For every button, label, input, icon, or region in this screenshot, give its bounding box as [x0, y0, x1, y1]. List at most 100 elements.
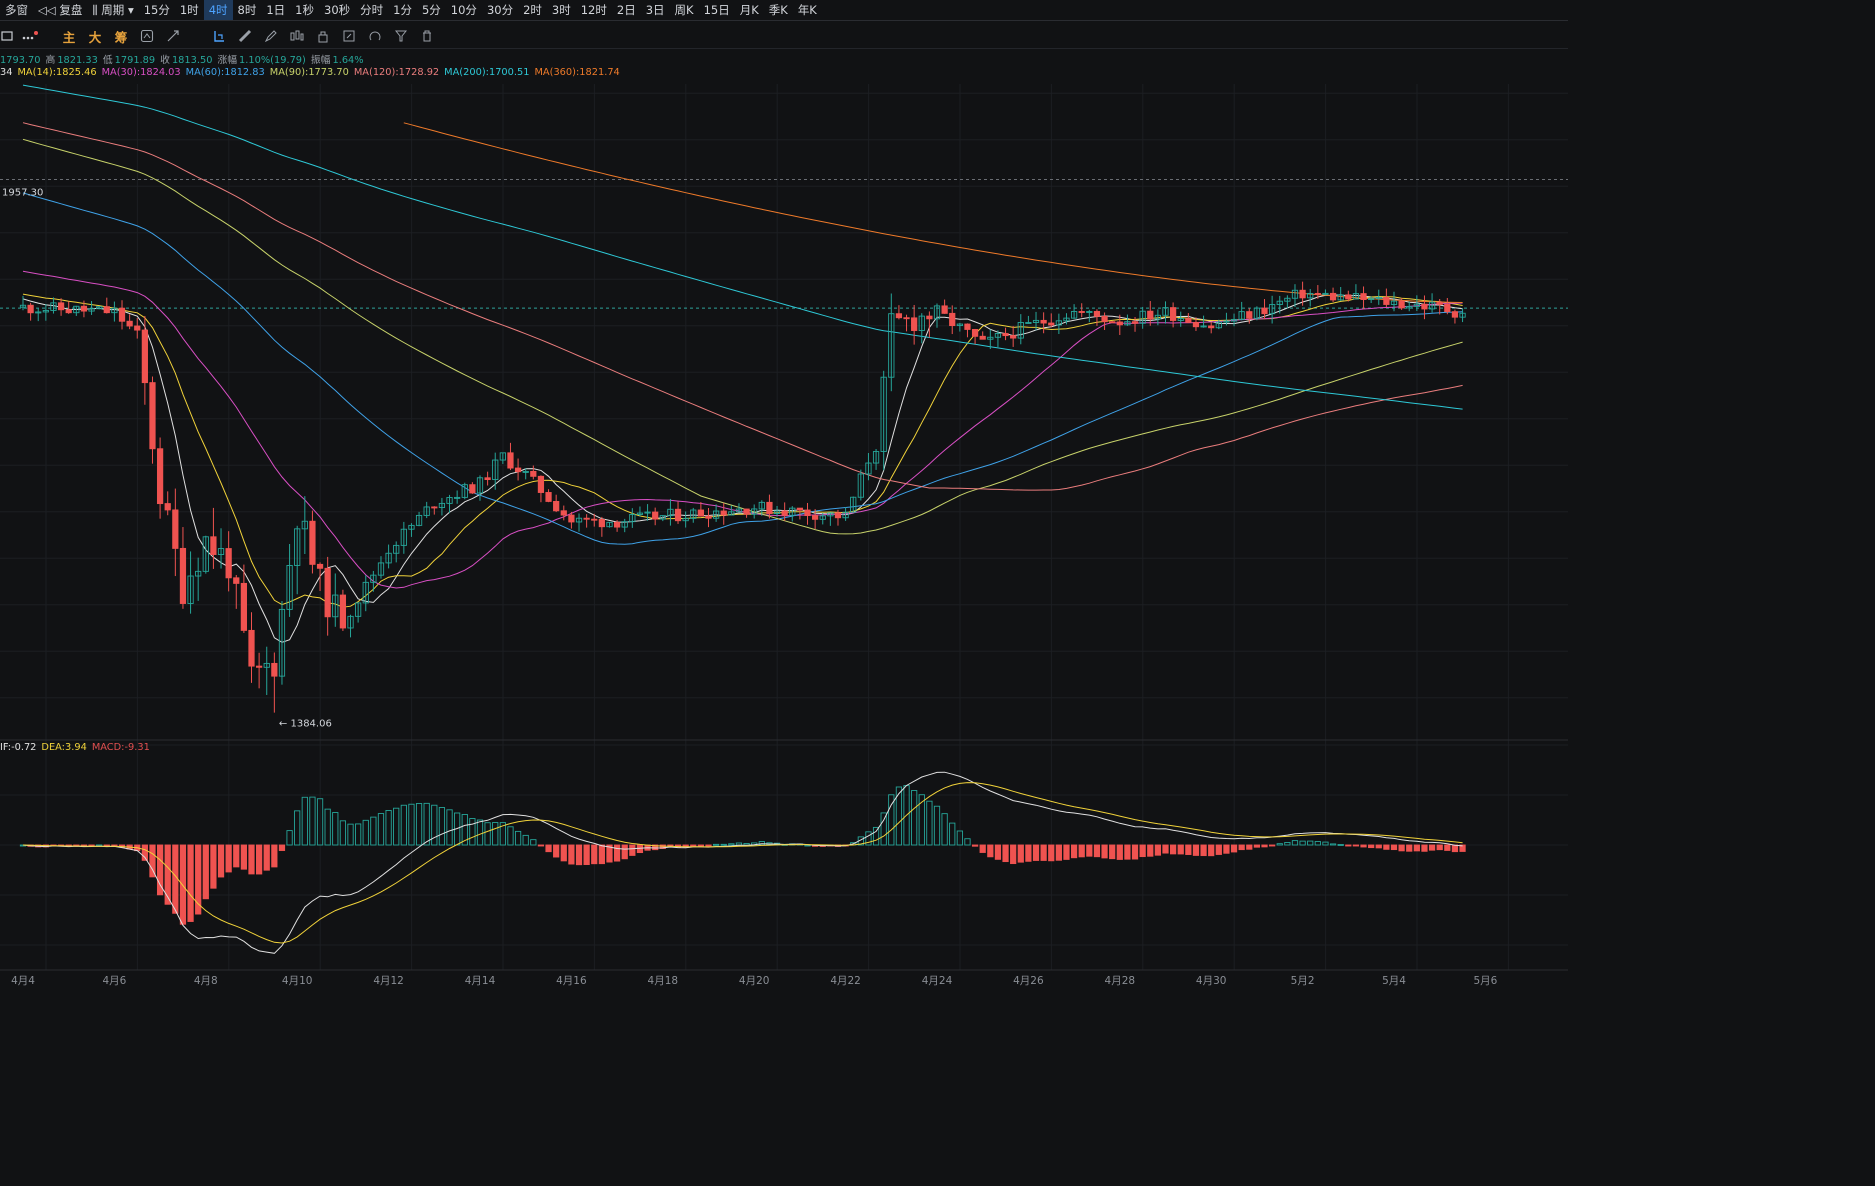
legend-item: MA(120):1728.92 [353, 67, 440, 78]
replay-icon[interactable] [136, 24, 158, 48]
macd-bar [537, 844, 545, 847]
x-tick-label: 4月26 [1013, 975, 1044, 987]
pen-icon[interactable] [260, 24, 282, 48]
macd-bar [164, 844, 171, 905]
period-item[interactable]: 12时 [576, 0, 612, 20]
lock-icon[interactable] [312, 24, 334, 48]
macd-bar [1223, 844, 1230, 854]
macd-bar [1200, 844, 1207, 857]
candle-body [697, 509, 704, 517]
more-icon[interactable] [18, 24, 40, 48]
candle-body [1131, 321, 1139, 324]
macd-bar [964, 838, 971, 846]
period-item[interactable]: 1分 [388, 0, 417, 20]
period-item[interactable]: ◁◁ 复盘 [33, 0, 87, 20]
period-item[interactable]: 周K [670, 0, 699, 20]
trash-icon[interactable] [416, 24, 438, 48]
high-price-mark: 1957.30 [2, 188, 43, 199]
macd-bar [233, 844, 240, 868]
magnet-icon[interactable] [364, 24, 386, 48]
x-tick-label: 4月24 [922, 975, 953, 987]
macd-bar [1451, 844, 1459, 853]
ma-line [22, 138, 1463, 535]
candle-body [141, 329, 148, 384]
period-item[interactable]: 30分 [482, 0, 518, 20]
macd-bar [423, 802, 430, 846]
macd-bar [979, 844, 986, 853]
candle-body [979, 335, 986, 340]
period-item[interactable]: 8时 [233, 0, 262, 20]
period-item[interactable]: 1时 [175, 0, 204, 20]
candle-body [591, 518, 598, 521]
period-item[interactable]: 15分 [139, 0, 175, 20]
big-order-button[interactable]: 大 [84, 24, 106, 48]
candle-body [80, 305, 88, 312]
macd-bar [1055, 844, 1062, 861]
macd-bar [1253, 844, 1261, 848]
candle-icon[interactable] [286, 24, 308, 48]
candle-body [674, 508, 682, 522]
macd-bar [438, 807, 446, 846]
macd-bar [1116, 844, 1123, 860]
ma-line [22, 293, 1463, 608]
period-item[interactable]: 3日 [641, 0, 670, 20]
chart-canvas[interactable]: 4月4 4月6 4月8 4月10 4月12 4月14 4月16 4月18 4月20 4月22 4月2… [0, 0, 1568, 992]
candle-body [57, 302, 65, 311]
edit-icon[interactable] [338, 24, 360, 48]
candle-body [27, 304, 34, 314]
x-tick-label: 5月2 [1291, 975, 1315, 987]
ma-line [403, 122, 1463, 303]
period-item[interactable]: 1日 [261, 0, 290, 20]
candle-body [705, 515, 712, 519]
x-tick-label: 4月4 [11, 975, 35, 987]
macd-pane [19, 771, 1466, 954]
candle-body [484, 477, 491, 481]
period-item[interactable]: 月K [735, 0, 764, 20]
ma-line [22, 84, 1463, 410]
period-item[interactable]: 年K [793, 0, 822, 20]
period-item[interactable]: 分时 [355, 0, 388, 20]
candle-body [1185, 318, 1192, 323]
macd-bar [225, 844, 232, 873]
low-price-mark: ← 1384.06 [279, 719, 332, 730]
amplitude-label: 振幅 [310, 55, 331, 66]
period-item[interactable]: 10分 [446, 0, 482, 20]
period-item[interactable]: 3时 [547, 0, 576, 20]
main-indicator-button[interactable]: 主 [58, 24, 80, 48]
candle-body [1002, 333, 1009, 337]
candle-body [964, 323, 971, 330]
period-item[interactable]: 4时 [203, 0, 233, 20]
period-item[interactable]: 5分 [417, 0, 446, 20]
x-tick-label: 4月30 [1196, 975, 1227, 987]
period-item[interactable]: 2日 [612, 0, 641, 20]
period-item[interactable]: 多窗 [0, 0, 33, 20]
chips-button[interactable]: 筹 [110, 24, 132, 48]
ruler-icon[interactable] [234, 24, 256, 48]
period-item[interactable]: 15日 [699, 0, 735, 20]
macd-bar [1329, 843, 1337, 846]
period-item[interactable]: 季K [764, 0, 793, 20]
cursor-icon[interactable] [208, 24, 230, 48]
candle-body [545, 492, 552, 502]
period-item[interactable]: ⫼ 周期 ▾ [87, 0, 138, 20]
macd-bar [324, 808, 331, 846]
candle-body [210, 536, 217, 555]
macd-bar [263, 844, 270, 871]
period-item[interactable]: 2时 [518, 0, 547, 20]
macd-bar [1002, 844, 1009, 863]
tool-icon[interactable] [162, 24, 184, 48]
macd-bar [514, 830, 522, 846]
macd-bar [476, 819, 484, 846]
period-item[interactable]: 1秒 [290, 0, 319, 20]
macd-bar [1238, 844, 1245, 851]
period-item[interactable]: 30秒 [319, 0, 355, 20]
candle-body [225, 548, 232, 579]
macd-bar [1032, 844, 1040, 861]
high-value: 1821.33 [57, 55, 98, 66]
macd-bar [728, 843, 735, 846]
candle-body [720, 510, 727, 516]
legend-item: 34 [0, 67, 13, 78]
x-tick-label: 5月4 [1382, 975, 1406, 987]
rectangle-icon[interactable] [0, 24, 14, 48]
filter-icon[interactable] [390, 24, 412, 48]
